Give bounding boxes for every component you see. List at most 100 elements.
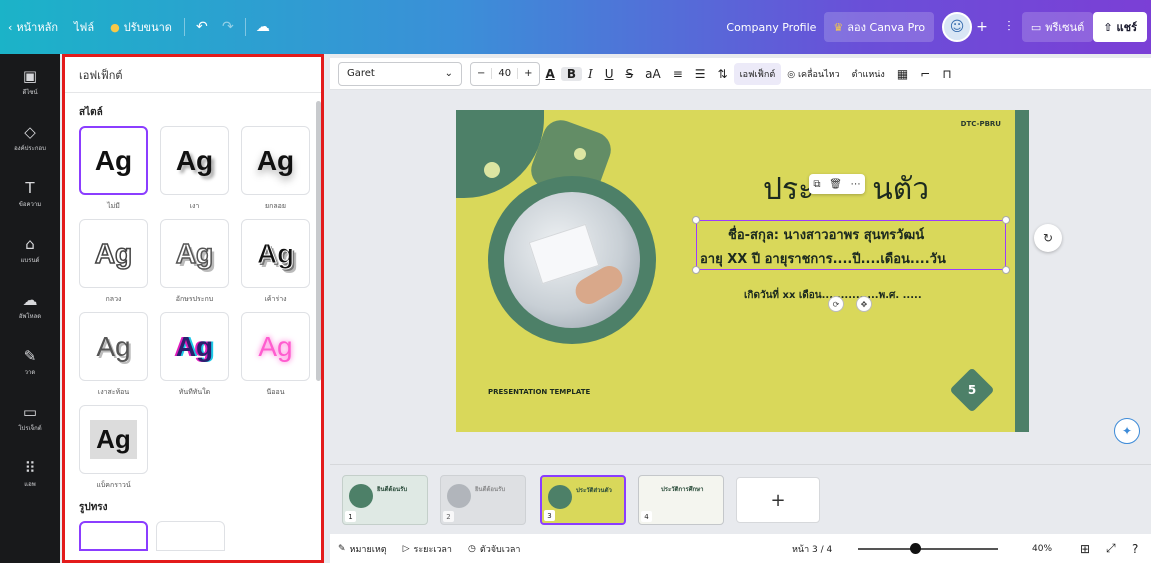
- effect-preview[interactable]: Ag: [160, 312, 229, 381]
- effect-preview[interactable]: Ag: [79, 126, 148, 195]
- resize-handle[interactable]: [1002, 266, 1010, 274]
- shape-curve[interactable]: [156, 521, 225, 551]
- minus-icon[interactable]: −: [471, 68, 491, 79]
- slide-brand[interactable]: DTC-PBRU: [961, 120, 1001, 128]
- template-caption[interactable]: PRESENTATION TEMPLATE: [488, 388, 590, 396]
- transparency-icon[interactable]: ▦: [891, 67, 914, 81]
- effect-echo[interactable]: Ag เงาสะท้อน: [79, 312, 148, 399]
- present-button[interactable]: ▭ พรีเซนต์: [1021, 12, 1094, 42]
- effect-none[interactable]: Ag ไม่มี: [79, 126, 148, 213]
- photo-frame[interactable]: [488, 176, 656, 344]
- font-size-stepper[interactable]: − 40 +: [470, 61, 540, 86]
- page-thumb-1[interactable]: ยินดีต้อนรับ 1: [342, 475, 428, 525]
- zoom-slider-handle[interactable]: [910, 543, 921, 554]
- shape-none[interactable]: [79, 521, 148, 551]
- document-title[interactable]: Company Profile: [718, 21, 824, 34]
- help-icon[interactable]: ?: [1124, 542, 1146, 556]
- rail-item-design[interactable]: ▣ ดีไซน์: [0, 54, 60, 110]
- undo-icon[interactable]: ↶: [189, 19, 215, 35]
- file-menu[interactable]: ไฟล์: [66, 18, 102, 36]
- resize-handle[interactable]: [692, 266, 700, 274]
- effect-preview[interactable]: Ag: [241, 312, 310, 381]
- redo-icon[interactable]: ↷: [215, 19, 241, 35]
- effect-glitch[interactable]: Ag ทันทีทันใด: [160, 312, 229, 399]
- rail-item-projects[interactable]: ▭ โปรเจ็กต์: [0, 390, 60, 446]
- timer-button[interactable]: ◷ ตัวจับเวลา: [460, 542, 528, 556]
- effect-preview[interactable]: Ag: [241, 126, 310, 195]
- font-selector[interactable]: Garet ⌄: [338, 61, 462, 86]
- duration-button[interactable]: ▷ ระยะเวลา: [395, 542, 460, 556]
- effect-preview[interactable]: Ag: [79, 312, 148, 381]
- analytics-icon[interactable]: ⫶: [996, 19, 1022, 35]
- slide-name-line[interactable]: ชื่อ-สกุล: นางสาวอาพร สุนทรวัฒน์: [728, 224, 924, 245]
- page-thumb-4[interactable]: ประวัติการศึกษา 4: [638, 475, 724, 525]
- effect-splice[interactable]: Ag อักษรประกบ: [160, 219, 229, 306]
- text-color-icon[interactable]: A: [540, 67, 561, 81]
- spacing-icon[interactable]: ⇅: [712, 67, 734, 81]
- effect-preview[interactable]: Ag: [241, 219, 310, 288]
- avatar[interactable]: ☺: [942, 12, 973, 42]
- effect-preview[interactable]: Ag: [79, 219, 148, 288]
- effect-hollow[interactable]: Ag กลวง: [79, 219, 148, 306]
- effect-shadow[interactable]: Ag เงา: [160, 126, 229, 213]
- rail-item-apps[interactable]: ⠿ แอพ: [0, 446, 60, 502]
- rotate-handle[interactable]: ⟳: [828, 296, 844, 312]
- office-photo[interactable]: [504, 192, 640, 328]
- crown-icon: ●: [110, 20, 120, 34]
- rail-item-text[interactable]: T ข้อความ: [0, 166, 60, 222]
- monitor-icon: ▭: [1030, 20, 1042, 34]
- case-icon[interactable]: aA: [639, 67, 667, 81]
- magic-icon[interactable]: ✦: [1114, 418, 1140, 444]
- position-button[interactable]: ตำแหน่ง: [846, 67, 891, 81]
- notes-button[interactable]: ✎ หมายเหตุ: [330, 542, 395, 556]
- page-indicator[interactable]: หน้า 3 / 4: [784, 542, 840, 556]
- share-button[interactable]: ⇧ แชร์: [1093, 12, 1147, 42]
- grid-view-icon[interactable]: ⊞: [1072, 542, 1098, 556]
- slide-age-line[interactable]: อายุ XX ปี อายุราชการ....ปี....เดือน....…: [700, 248, 946, 269]
- lock-icon[interactable]: ⊓: [936, 67, 957, 81]
- effect-lift[interactable]: Ag ยกลอย: [241, 126, 310, 213]
- rail-item-brand[interactable]: ⌂ แบรนด์: [0, 222, 60, 278]
- collaborators[interactable]: ☺ +: [934, 12, 996, 42]
- strikethrough-icon[interactable]: S: [620, 67, 640, 81]
- add-icon[interactable]: +: [976, 19, 988, 35]
- more-icon[interactable]: ⋯: [851, 179, 861, 190]
- paint-format-icon[interactable]: ⌐: [914, 67, 936, 81]
- page-thumb-3[interactable]: ประวัติส่วนตัว 3: [540, 475, 626, 525]
- underline-icon[interactable]: U: [599, 67, 620, 81]
- animate-button[interactable]: ◎ เคลื่อนไหว: [781, 67, 845, 81]
- effect-outline[interactable]: Ag เค้าร่าง: [241, 219, 310, 306]
- italic-icon[interactable]: I: [582, 67, 599, 81]
- effect-background[interactable]: Ag แบ็คกราวน์: [79, 405, 148, 492]
- page-thumb-2[interactable]: ยินดีต้อนรับ 2: [440, 475, 526, 525]
- effect-preview[interactable]: Ag: [79, 405, 148, 474]
- refresh-icon[interactable]: ↻: [1034, 224, 1062, 252]
- move-handle[interactable]: ✥: [856, 296, 872, 312]
- cloud-save-icon[interactable]: ☁: [250, 19, 276, 35]
- trash-icon[interactable]: 🗑: [829, 179, 842, 190]
- rail-item-draw[interactable]: ✎ วาด: [0, 334, 60, 390]
- try-pro-button[interactable]: ♛ ลอง Canva Pro: [824, 12, 935, 42]
- align-icon[interactable]: ≡: [667, 67, 689, 81]
- resize-handle[interactable]: [692, 216, 700, 224]
- effect-neon[interactable]: Ag นีออน: [241, 312, 310, 399]
- effect-preview[interactable]: Ag: [160, 126, 229, 195]
- plus-icon[interactable]: +: [518, 68, 538, 79]
- duplicate-icon[interactable]: ⧉: [813, 179, 820, 190]
- zoom-slider[interactable]: [858, 548, 998, 550]
- add-page-button[interactable]: +: [736, 477, 820, 523]
- page-number[interactable]: 5: [956, 374, 988, 406]
- slide[interactable]: DTC-PBRU ประ นตัว ⧉ 🗑 ⋯ ชื่อ-สกุล: นางสาว…: [456, 110, 1029, 432]
- zoom-level[interactable]: 40%: [1024, 544, 1060, 554]
- effects-button[interactable]: เอฟเฟ็กต์: [733, 62, 782, 85]
- rail-item-uploads[interactable]: ☁ อัพโหลด: [0, 278, 60, 334]
- resize-handle[interactable]: [1002, 216, 1010, 224]
- bold-icon[interactable]: B: [560, 66, 582, 81]
- rail-item-elements[interactable]: ◇ องค์ประกอบ: [0, 110, 60, 166]
- home-button[interactable]: ‹ หน้าหลัก: [0, 18, 66, 36]
- list-icon[interactable]: ☰: [689, 67, 712, 81]
- effect-preview[interactable]: Ag: [160, 219, 229, 288]
- fullscreen-icon[interactable]: ⤢: [1098, 541, 1124, 556]
- panel-scrollbar[interactable]: [316, 101, 321, 381]
- resize-button[interactable]: ● ปรับขนาด: [102, 18, 180, 36]
